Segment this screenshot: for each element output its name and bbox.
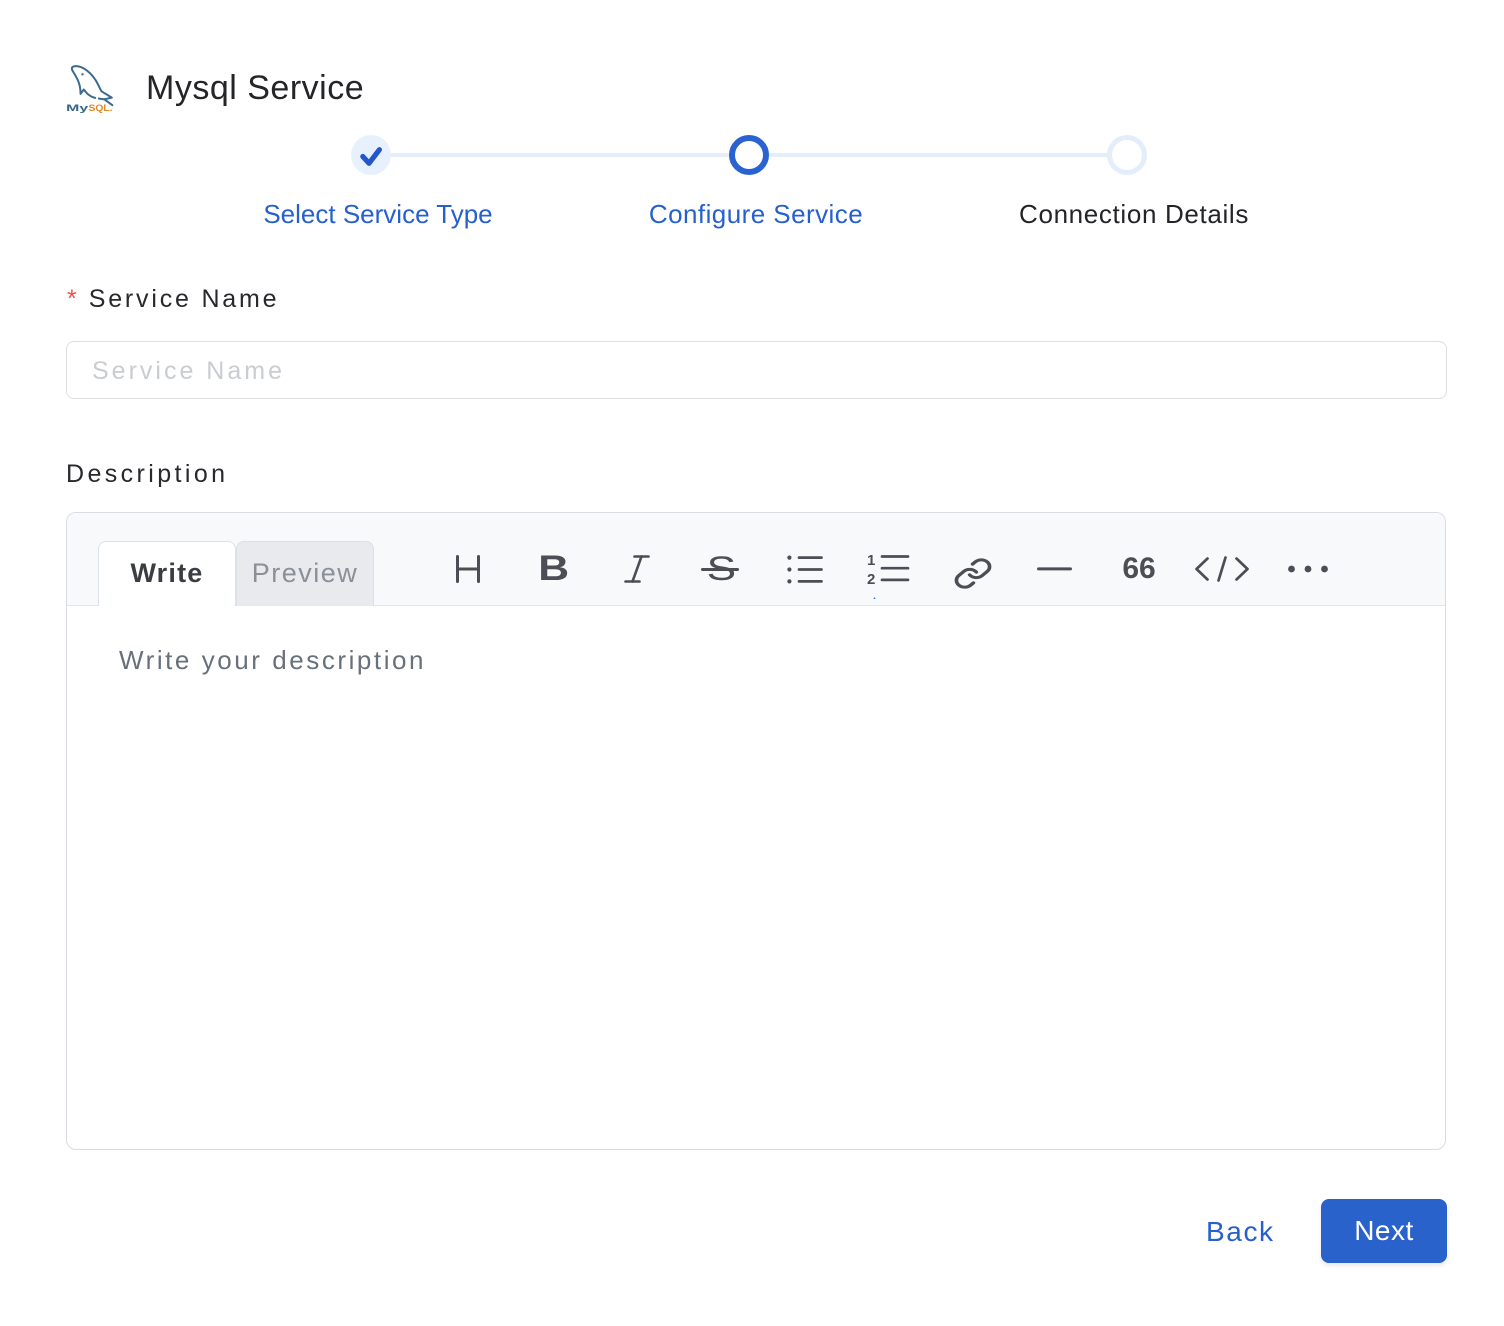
- svg-text:2: 2: [867, 571, 875, 585]
- svg-text:SQL.: SQL.: [89, 103, 113, 114]
- svg-text:1: 1: [867, 553, 875, 569]
- svg-text:My: My: [66, 103, 89, 114]
